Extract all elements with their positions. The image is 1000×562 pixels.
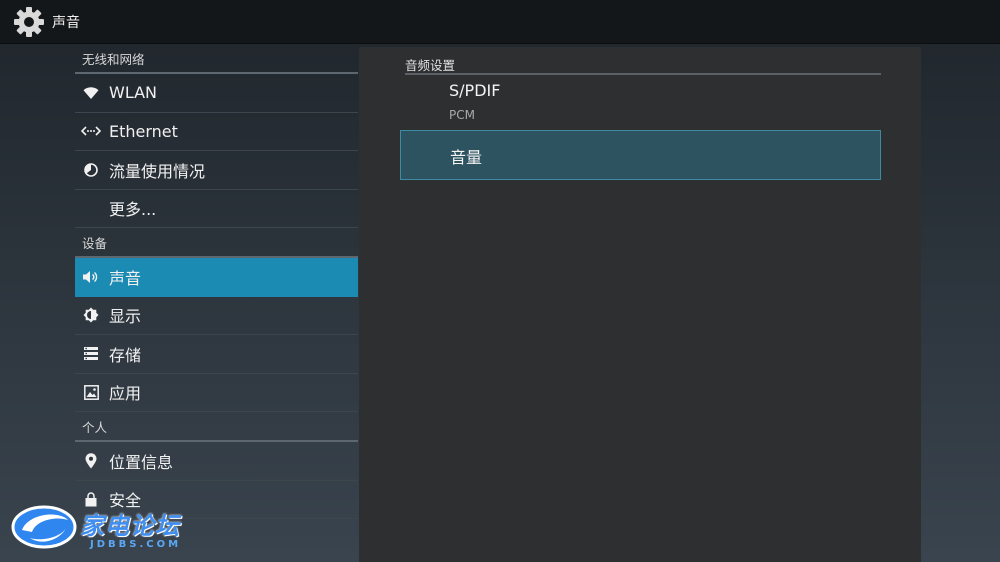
section-header-audio: 音频设置 bbox=[405, 55, 881, 75]
detail-panel: 音频设置 S/PDIF PCM 音量 bbox=[359, 47, 921, 562]
watermark-swirl-icon bbox=[11, 505, 77, 549]
sidebar-item-label: 应用 bbox=[109, 384, 142, 404]
sidebar-item-display[interactable]: 显示 bbox=[75, 297, 358, 335]
sidebar-item-wlan[interactable]: WLAN bbox=[75, 74, 358, 113]
sidebar-item-label: 声音 bbox=[109, 268, 142, 288]
page-title: 声音 bbox=[52, 14, 80, 31]
sidebar-item-ethernet[interactable]: Ethernet bbox=[75, 113, 358, 151]
volume-preference[interactable]: 音量 bbox=[400, 130, 881, 180]
sidebar-item-label: 位置信息 bbox=[109, 452, 174, 472]
category-personal: 个人 bbox=[75, 412, 358, 442]
sidebar-item-more[interactable]: 更多... bbox=[75, 190, 358, 228]
sidebar-item-label: 显示 bbox=[109, 307, 142, 327]
volume-title: 音量 bbox=[450, 148, 483, 167]
sidebar-item-label: 流量使用情况 bbox=[109, 161, 206, 181]
ethernet-icon bbox=[81, 121, 101, 141]
data-usage-icon bbox=[81, 160, 101, 180]
sidebar-item-data-usage[interactable]: 流量使用情况 bbox=[75, 151, 358, 190]
brightness-icon bbox=[81, 305, 101, 325]
action-bar: 声音 bbox=[0, 0, 1000, 44]
category-wireless: 无线和网络 bbox=[75, 44, 358, 74]
sidebar-item-storage[interactable]: 存储 bbox=[75, 335, 358, 374]
watermark-text: 家电论坛 bbox=[80, 512, 180, 540]
sidebar-item-label: Ethernet bbox=[109, 121, 178, 141]
spdif-summary: PCM bbox=[449, 108, 475, 122]
watermark-subtext: JDBBS.COM bbox=[90, 539, 182, 550]
settings-sidebar: 无线和网络 WLAN Ethernet 流量使用情况 更多... 设备 声音 显… bbox=[75, 44, 358, 562]
apps-icon bbox=[81, 382, 101, 402]
sidebar-item-label: 存储 bbox=[109, 345, 142, 365]
category-device: 设备 bbox=[75, 228, 358, 258]
spdif-title: S/PDIF bbox=[449, 81, 501, 100]
sidebar-item-location[interactable]: 位置信息 bbox=[75, 442, 358, 481]
storage-icon bbox=[81, 344, 101, 364]
speaker-icon bbox=[81, 267, 101, 287]
sidebar-item-label: WLAN bbox=[109, 83, 158, 103]
spdif-preference[interactable]: S/PDIF PCM bbox=[400, 81, 881, 127]
watermark-logo: 家电论坛 JDBBS.COM bbox=[10, 498, 210, 558]
sidebar-item-apps[interactable]: 应用 bbox=[75, 374, 358, 412]
sidebar-item-label: 更多... bbox=[109, 200, 157, 220]
location-pin-icon bbox=[81, 451, 101, 471]
sidebar-item-sound[interactable]: 声音 bbox=[75, 258, 358, 297]
settings-gear-icon[interactable] bbox=[12, 5, 46, 39]
wifi-icon bbox=[81, 83, 101, 103]
